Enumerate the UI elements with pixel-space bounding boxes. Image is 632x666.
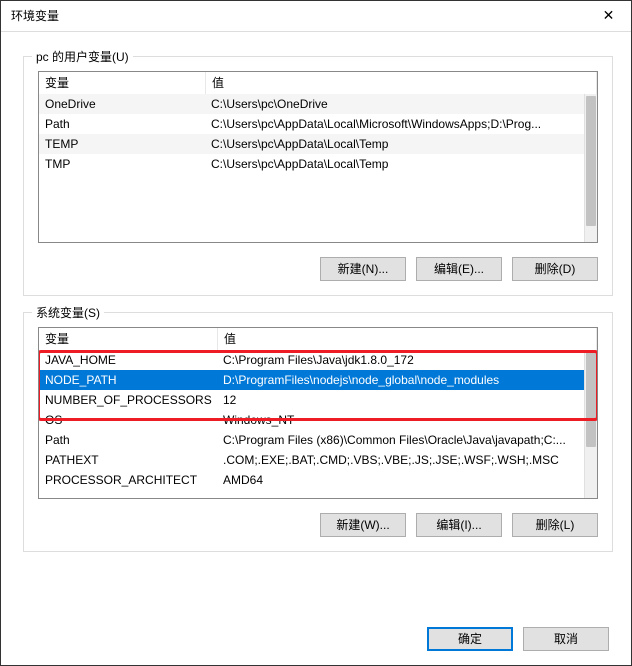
close-icon: ✕ [603,7,615,23]
system-vars-group-title: 系统变量(S) [32,304,104,321]
dialog-buttons: 确定 取消 [427,627,609,651]
ok-button[interactable]: 确定 [427,627,513,651]
col-header-value[interactable]: 值 [218,328,597,350]
dialog-content: pc 的用户变量(U) 变量 值 OneDriveC:\Users\pc\One… [1,32,631,570]
scrollbar[interactable] [584,350,597,498]
var-value: C:\Users\pc\OneDrive [205,94,585,114]
var-value: AMD64 [217,470,585,490]
table-row[interactable]: PATHEXT.COM;.EXE;.BAT;.CMD;.VBS;.VBE;.JS… [39,450,585,470]
var-name: NODE_PATH [39,370,217,390]
var-value: C:\Users\pc\AppData\Local\Temp [205,154,585,174]
var-name: Path [39,114,205,134]
var-name: NUMBER_OF_PROCESSORS [39,390,217,410]
table-row[interactable]: TMPC:\Users\pc\AppData\Local\Temp [39,154,585,174]
var-name: PATHEXT [39,450,217,470]
scrollbar[interactable] [584,94,597,242]
var-value: C:\Users\pc\AppData\Local\Temp [205,134,585,154]
user-delete-button[interactable]: 删除(D) [512,257,598,281]
table-row[interactable]: OneDriveC:\Users\pc\OneDrive [39,94,585,114]
user-new-button[interactable]: 新建(N)... [320,257,406,281]
cancel-button[interactable]: 取消 [523,627,609,651]
system-delete-button[interactable]: 删除(L) [512,513,598,537]
system-vars-group: 系统变量(S) 变量 值 JAVA_HOMEC:\Program Files\J… [23,312,613,552]
system-new-button[interactable]: 新建(W)... [320,513,406,537]
scroll-thumb[interactable] [586,96,596,226]
close-button[interactable]: ✕ [586,1,631,31]
user-vars-group-title: pc 的用户变量(U) [32,48,133,65]
list-header: 变量 值 [39,72,597,95]
system-vars-body: JAVA_HOMEC:\Program Files\Java\jdk1.8.0_… [39,350,585,498]
col-header-variable[interactable]: 变量 [39,328,218,350]
system-vars-buttons: 新建(W)... 编辑(I)... 删除(L) [38,513,598,537]
table-row[interactable]: TEMPC:\Users\pc\AppData\Local\Temp [39,134,585,154]
table-row[interactable]: PathC:\Users\pc\AppData\Local\Microsoft\… [39,114,585,134]
user-vars-listbox[interactable]: 变量 值 OneDriveC:\Users\pc\OneDrivePathC:\… [38,71,598,243]
var-value: C:\Program Files\Java\jdk1.8.0_172 [217,350,585,370]
var-value: 12 [217,390,585,410]
var-name: PROCESSOR_ARCHITECT [39,470,217,490]
var-value: D:\ProgramFiles\nodejs\node_global\node_… [217,370,585,390]
var-name: JAVA_HOME [39,350,217,370]
user-vars-buttons: 新建(N)... 编辑(E)... 删除(D) [38,257,598,281]
table-row[interactable]: PathC:\Program Files (x86)\Common Files\… [39,430,585,450]
user-edit-button[interactable]: 编辑(E)... [416,257,502,281]
titlebar[interactable]: 环境变量 ✕ [1,1,631,32]
env-vars-dialog: 环境变量 ✕ pc 的用户变量(U) 变量 值 OneDriveC:\Users… [0,0,632,666]
col-header-variable[interactable]: 变量 [39,72,206,94]
var-name: TEMP [39,134,205,154]
var-value: Windows_NT [217,410,585,430]
var-name: OneDrive [39,94,205,114]
table-row[interactable]: PROCESSOR_ARCHITECTAMD64 [39,470,585,490]
var-name: OS [39,410,217,430]
var-value: .COM;.EXE;.BAT;.CMD;.VBS;.VBE;.JS;.JSE;.… [217,450,585,470]
system-vars-listbox[interactable]: 变量 值 JAVA_HOMEC:\Program Files\Java\jdk1… [38,327,598,499]
user-vars-body: OneDriveC:\Users\pc\OneDrivePathC:\Users… [39,94,585,242]
var-name: TMP [39,154,205,174]
var-value: C:\Users\pc\AppData\Local\Microsoft\Wind… [205,114,585,134]
table-row[interactable]: OSWindows_NT [39,410,585,430]
var-name: Path [39,430,217,450]
table-row[interactable]: NUMBER_OF_PROCESSORS12 [39,390,585,410]
table-row[interactable]: JAVA_HOMEC:\Program Files\Java\jdk1.8.0_… [39,350,585,370]
scroll-thumb[interactable] [586,352,596,447]
list-header: 变量 值 [39,328,597,351]
user-vars-group: pc 的用户变量(U) 变量 值 OneDriveC:\Users\pc\One… [23,56,613,296]
table-row[interactable]: NODE_PATHD:\ProgramFiles\nodejs\node_glo… [39,370,585,390]
system-edit-button[interactable]: 编辑(I)... [416,513,502,537]
window-title: 环境变量 [11,9,59,23]
col-header-value[interactable]: 值 [206,72,597,94]
var-value: C:\Program Files (x86)\Common Files\Orac… [217,430,585,450]
